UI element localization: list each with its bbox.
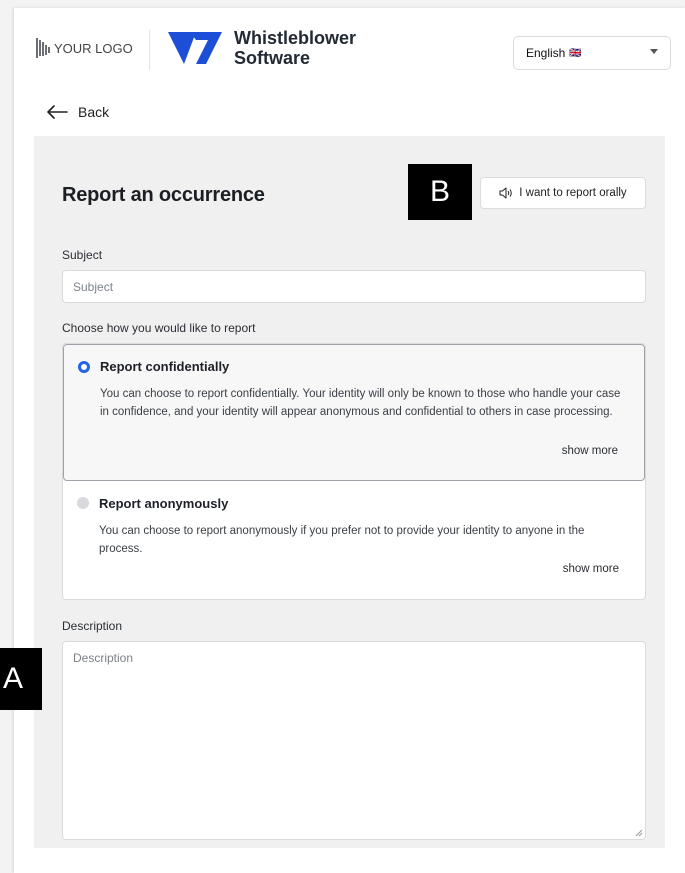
page-title: Report an occurrence xyxy=(62,184,265,206)
report-orally-label: I want to report orally xyxy=(519,187,627,199)
logo-text: YOUR LOGO xyxy=(54,40,133,56)
back-link[interactable]: Back xyxy=(46,104,109,120)
option-confidential-description: You can choose to report confidentially.… xyxy=(100,388,621,418)
option-confidential-title: Report confidentially xyxy=(100,359,230,374)
subject-placeholder: Subject xyxy=(73,280,114,294)
brand-logo: Whistleblower Software xyxy=(166,28,356,68)
report-type-options: Report confidentially You can choose to … xyxy=(62,343,646,600)
show-more-link[interactable]: show more xyxy=(563,563,619,575)
brand-name-line2: Software xyxy=(234,48,311,68)
subject-label: Subject xyxy=(62,248,103,262)
choose-report-label: Choose how you would like to report xyxy=(62,321,256,335)
language-value: English xyxy=(526,46,566,60)
radio-unselected-icon[interactable] xyxy=(77,497,89,509)
header-divider xyxy=(149,30,150,70)
description-textarea[interactable]: Description xyxy=(62,641,646,840)
chevron-down-icon xyxy=(650,49,658,54)
report-form-panel: Report an occurrence B I want to report … xyxy=(0,136,665,848)
option-anonymous[interactable]: Report anonymously You can choose to rep… xyxy=(63,481,645,599)
company-logo: YOUR LOGO xyxy=(36,36,133,60)
resize-handle-icon[interactable] xyxy=(635,829,643,837)
option-confidential[interactable]: Report confidentially You can choose to … xyxy=(63,344,645,481)
description-placeholder: Description xyxy=(73,651,134,665)
speaker-icon xyxy=(499,187,513,199)
option-anonymous-title: Report anonymously xyxy=(99,496,229,511)
language-flag-icon: 🇬🇧 xyxy=(569,47,582,59)
option-anonymous-description: You can choose to report anonymously if … xyxy=(99,525,585,555)
radio-selected-icon[interactable] xyxy=(78,361,90,373)
annotation-marker-b: B xyxy=(408,164,472,220)
page: YOUR LOGO Whistleblower Software English… xyxy=(0,8,685,873)
arrow-left-icon xyxy=(47,105,68,119)
subject-input[interactable]: Subject xyxy=(62,270,646,303)
whistleblower-logo-icon xyxy=(168,32,222,64)
back-label: Back xyxy=(78,104,110,120)
description-label: Description xyxy=(62,619,123,633)
language-select[interactable]: English 🇬🇧 xyxy=(513,36,671,70)
report-orally-button[interactable]: I want to report orally xyxy=(480,177,646,209)
brand-name-line1: Whistleblower xyxy=(234,28,357,48)
annotation-marker-a: A xyxy=(0,648,42,710)
show-more-link[interactable]: show more xyxy=(562,445,618,457)
logo-mark-icon xyxy=(36,38,50,58)
